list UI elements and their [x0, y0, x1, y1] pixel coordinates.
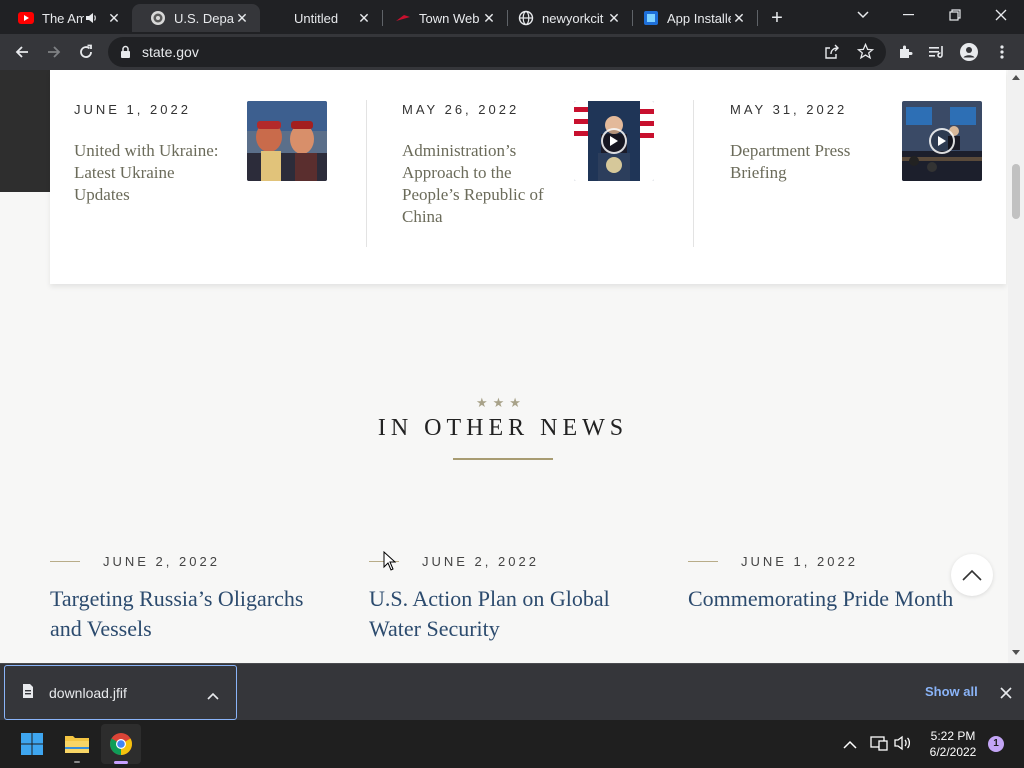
tab-title: The Am [42, 10, 84, 26]
mouse-cursor-icon [383, 551, 397, 571]
tab-title: Town Web [419, 10, 480, 26]
download-item[interactable]: download.jfif [4, 665, 237, 720]
tab-search-icon[interactable] [840, 0, 886, 30]
townweb-icon [395, 10, 411, 26]
chrome-taskbar-icon[interactable] [101, 724, 141, 764]
tab-newyorkcity[interactable]: newyorkcit ✕ [508, 4, 632, 32]
close-tab-icon[interactable]: ✕ [106, 10, 122, 26]
date-rule [50, 561, 80, 562]
close-tab-icon[interactable]: ✕ [356, 10, 372, 26]
state-dept-seal-icon [150, 10, 166, 26]
tab-title: App Installe [667, 10, 731, 26]
forward-button[interactable] [40, 38, 68, 66]
play-video-icon[interactable] [929, 128, 955, 154]
tab-youtube[interactable]: The Am ✕ [0, 4, 132, 32]
profile-avatar-icon[interactable] [955, 38, 983, 66]
download-bar: download.jfif Show all [0, 663, 1024, 720]
new-tab-button[interactable]: + [766, 7, 788, 29]
restore-button[interactable] [932, 0, 978, 30]
tab-separator [757, 10, 758, 26]
scroll-down-arrow-icon[interactable] [1012, 650, 1020, 656]
close-download-bar-icon[interactable] [1000, 686, 1012, 704]
reload-button[interactable] [72, 38, 100, 66]
tab-state-dept[interactable]: U.S. Depart ✕ [132, 4, 260, 32]
app-installer-icon [643, 10, 659, 26]
featured-card: JUNE 1, 2022 United with Ukraine: Latest… [50, 70, 1006, 284]
show-hidden-icons-icon[interactable] [843, 737, 857, 755]
scrollbar-thumb[interactable] [1012, 164, 1020, 219]
download-filename: download.jfif [49, 685, 127, 701]
section-heading: IN OTHER NEWS [377, 415, 629, 441]
featured-date: MAY 31, 2022 [730, 102, 848, 117]
header-background [0, 70, 50, 192]
file-icon [22, 683, 34, 704]
featured-date: MAY 26, 2022 [402, 102, 520, 117]
news-date: JUNE 1, 2022 [741, 554, 858, 569]
podium-photo-thumbnail[interactable] [574, 101, 654, 181]
address-bar[interactable]: state.gov [108, 37, 886, 67]
close-window-button[interactable] [978, 0, 1024, 30]
featured-title-link[interactable]: United with Ukraine: Latest Ukraine Upda… [74, 140, 224, 206]
featured-title-link[interactable]: Department Press Briefing [730, 140, 880, 184]
close-tab-icon[interactable]: ✕ [606, 10, 622, 26]
network-icon[interactable] [870, 735, 888, 756]
tab-untitled[interactable]: Untitled ✕ [260, 4, 382, 32]
clock-time: 5:22 PM [930, 729, 976, 743]
briefing-room-photo-thumbnail[interactable] [902, 101, 982, 181]
media-controls-icon[interactable] [923, 38, 951, 66]
windows-start-icon[interactable] [12, 724, 52, 764]
date-rule [688, 561, 718, 562]
system-clock[interactable]: 5:22 PM 6/2/2022 [918, 728, 988, 760]
column-divider [693, 100, 694, 247]
close-tab-icon[interactable]: ✕ [731, 10, 747, 26]
lock-icon[interactable] [120, 45, 131, 64]
news-title-link[interactable]: Targeting Russia’s Oligarchs and Vessels [50, 584, 330, 644]
show-all-downloads-link[interactable]: Show all [925, 684, 978, 699]
browser-toolbar: state.gov [0, 34, 1024, 70]
share-icon[interactable] [824, 44, 840, 65]
heading-underline [453, 458, 553, 460]
file-explorer-icon[interactable] [57, 724, 97, 764]
decorative-stars: ★★★ [476, 395, 526, 410]
url-text: state.gov [142, 44, 199, 60]
news-date: JUNE 2, 2022 [103, 554, 220, 569]
ukraine-photo-thumbnail[interactable] [247, 101, 327, 181]
minimize-button[interactable] [886, 0, 932, 30]
scroll-up-arrow-icon[interactable] [1012, 74, 1020, 80]
windows-taskbar: 5:22 PM 6/2/2022 1 [0, 720, 1024, 768]
play-video-icon[interactable] [601, 128, 627, 154]
featured-title-link[interactable]: Administration’s Approach to the People’… [402, 140, 552, 228]
close-tab-icon[interactable]: ✕ [481, 10, 497, 26]
back-to-top-button[interactable] [951, 554, 993, 596]
tab-title: newyorkcit [542, 10, 604, 26]
notification-badge[interactable]: 1 [988, 736, 1004, 752]
close-tab-icon[interactable]: ✕ [234, 10, 250, 26]
volume-icon[interactable] [894, 735, 912, 756]
tab-strip: The Am ✕ U.S. Depart ✕ Untitled ✕ Town W… [0, 0, 1024, 34]
tab-title: Untitled [294, 10, 339, 26]
youtube-icon [18, 10, 34, 26]
chevron-up-icon[interactable] [207, 687, 219, 705]
page-scrollbar[interactable] [1008, 70, 1024, 663]
news-title-link[interactable]: U.S. Action Plan on Global Water Securit… [369, 584, 649, 644]
clock-date: 6/2/2022 [929, 745, 977, 759]
back-button[interactable] [8, 38, 36, 66]
featured-date: JUNE 1, 2022 [74, 102, 191, 117]
bookmark-star-icon[interactable] [856, 42, 875, 65]
speaker-icon[interactable] [84, 11, 98, 25]
tab-app-installer[interactable]: App Installe ✕ [633, 4, 757, 32]
extensions-icon[interactable] [892, 38, 920, 66]
tab-title: U.S. Depart [174, 10, 234, 26]
news-date: JUNE 2, 2022 [422, 554, 539, 569]
tab-townweb[interactable]: Town Web ✕ [383, 4, 507, 32]
web-page: JUNE 1, 2022 United with Ukraine: Latest… [0, 70, 1008, 663]
column-divider [366, 100, 367, 247]
chrome-menu-icon[interactable] [988, 38, 1016, 66]
chevron-up-icon [962, 569, 982, 581]
news-title-link[interactable]: Commemorating Pride Month [688, 584, 968, 614]
globe-icon [518, 10, 534, 26]
